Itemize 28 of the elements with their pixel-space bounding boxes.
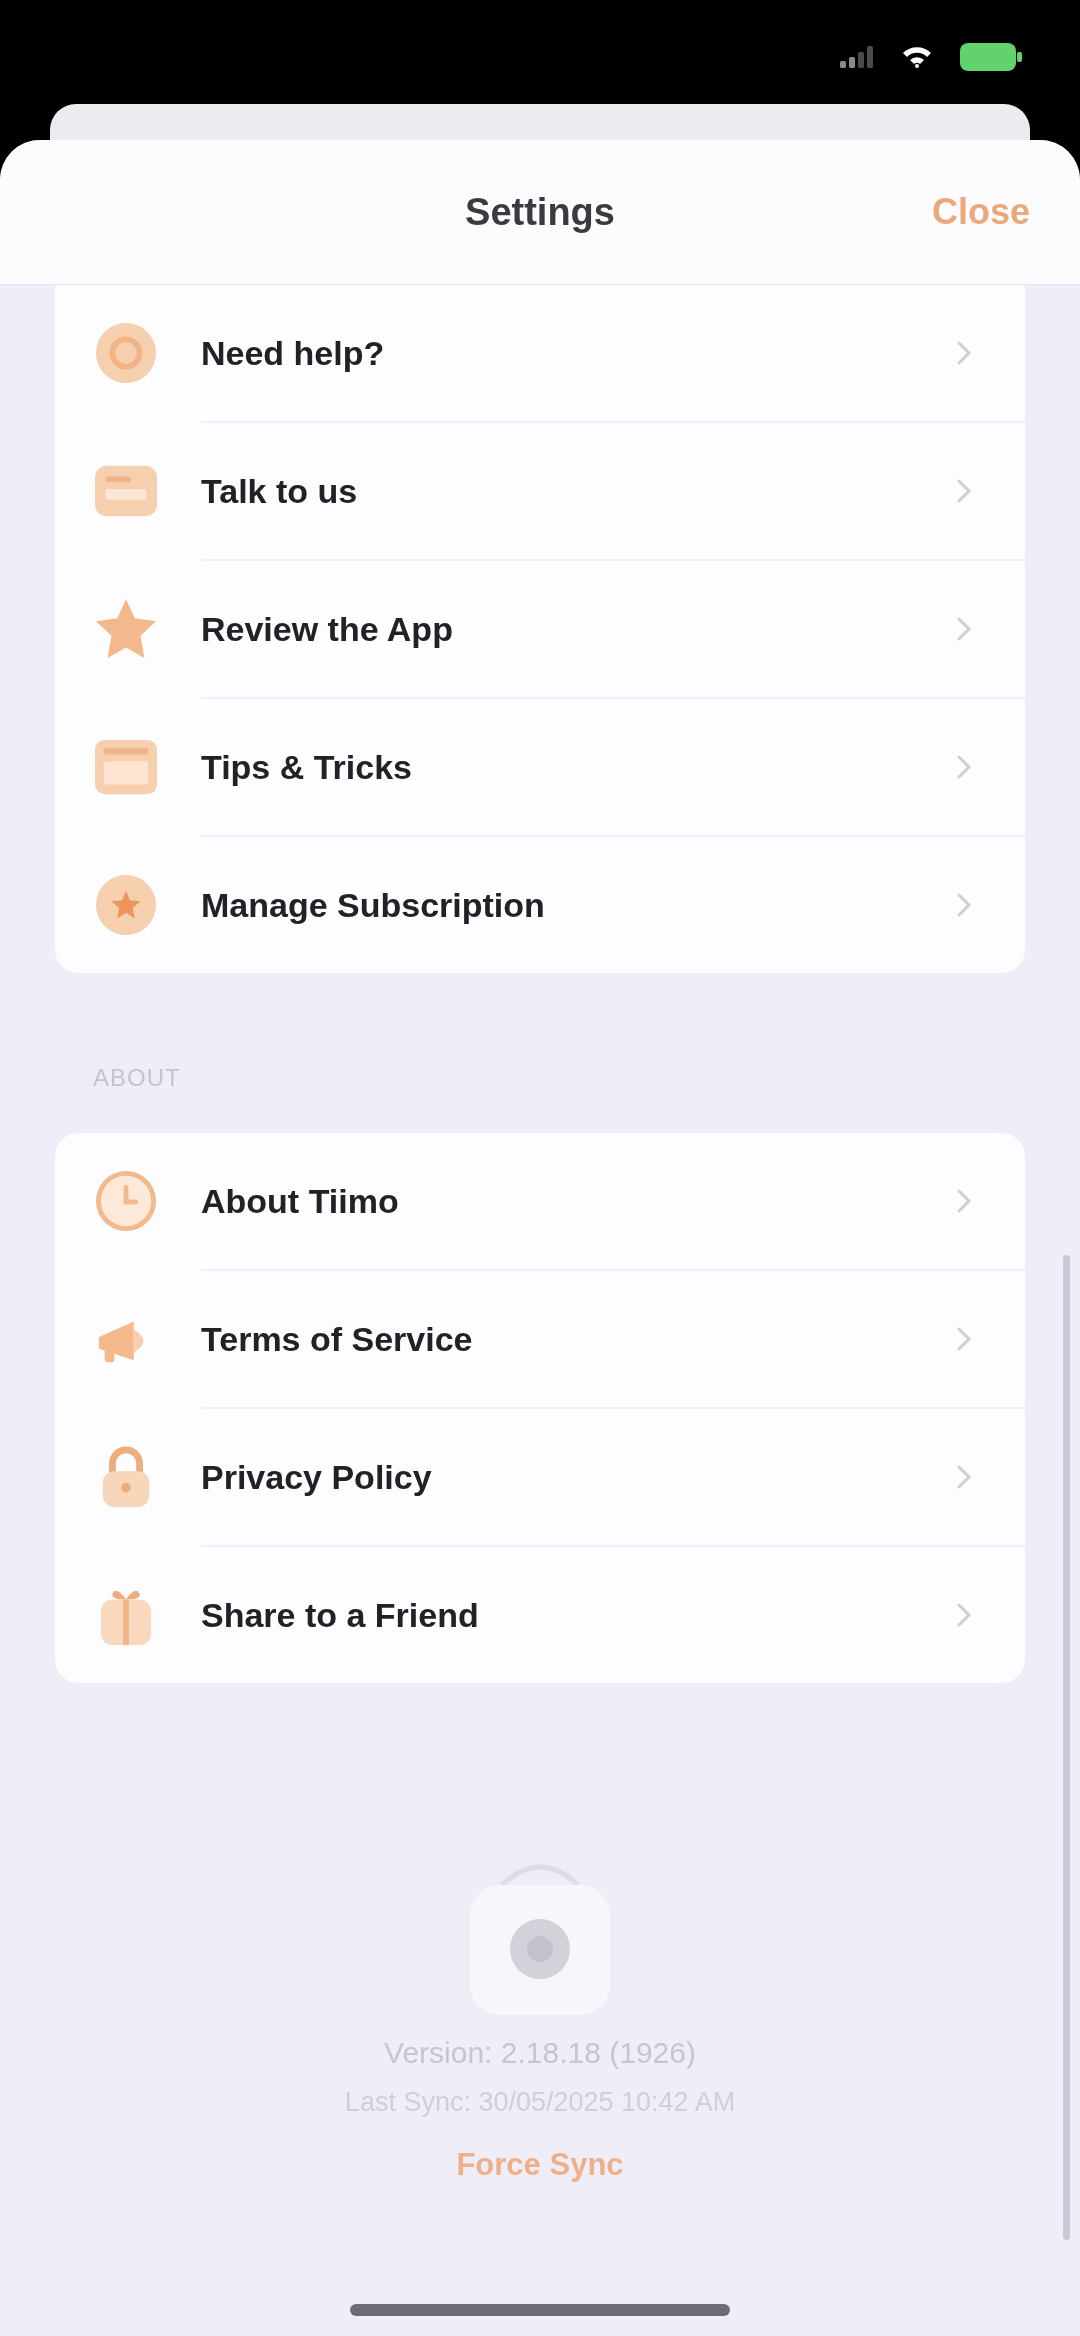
clock-icon: [95, 1170, 157, 1232]
badge-icon: [95, 874, 157, 936]
menu-item[interactable]: Privacy Policy: [55, 1409, 1025, 1545]
home-indicator[interactable]: [350, 2304, 730, 2316]
signal-icon: [840, 46, 874, 68]
chevron-icon: [957, 755, 971, 779]
wifi-icon: [902, 46, 932, 68]
menu-item[interactable]: About Tiimo: [55, 1133, 1025, 1269]
chevron-icon: [957, 617, 971, 641]
ring-icon: [95, 322, 157, 384]
chevron-icon: [957, 479, 971, 503]
menu-item[interactable]: Need help?: [55, 285, 1025, 421]
star-icon: [95, 598, 157, 660]
menu-item[interactable]: Tips & Tricks: [55, 699, 1025, 835]
chevron-icon: [957, 341, 971, 365]
battery-icon: [960, 43, 1022, 71]
chevron-icon: [957, 1327, 971, 1351]
menu-item[interactable]: Terms of Service: [55, 1271, 1025, 1407]
chevron-icon: [957, 1189, 971, 1213]
menu-item[interactable]: Manage Subscription: [55, 837, 1025, 973]
chevron-icon: [957, 1465, 971, 1489]
menu-item[interactable]: Talk to us: [55, 423, 1025, 559]
chevron-icon: [957, 893, 971, 917]
menu-item[interactable]: Share to a Friend: [55, 1547, 1025, 1683]
screen-title: Settings: [465, 190, 615, 234]
scrollbar[interactable]: [1063, 1255, 1070, 2240]
menu-item[interactable]: Review the App: [55, 561, 1025, 697]
chevron-icon: [957, 1603, 971, 1627]
